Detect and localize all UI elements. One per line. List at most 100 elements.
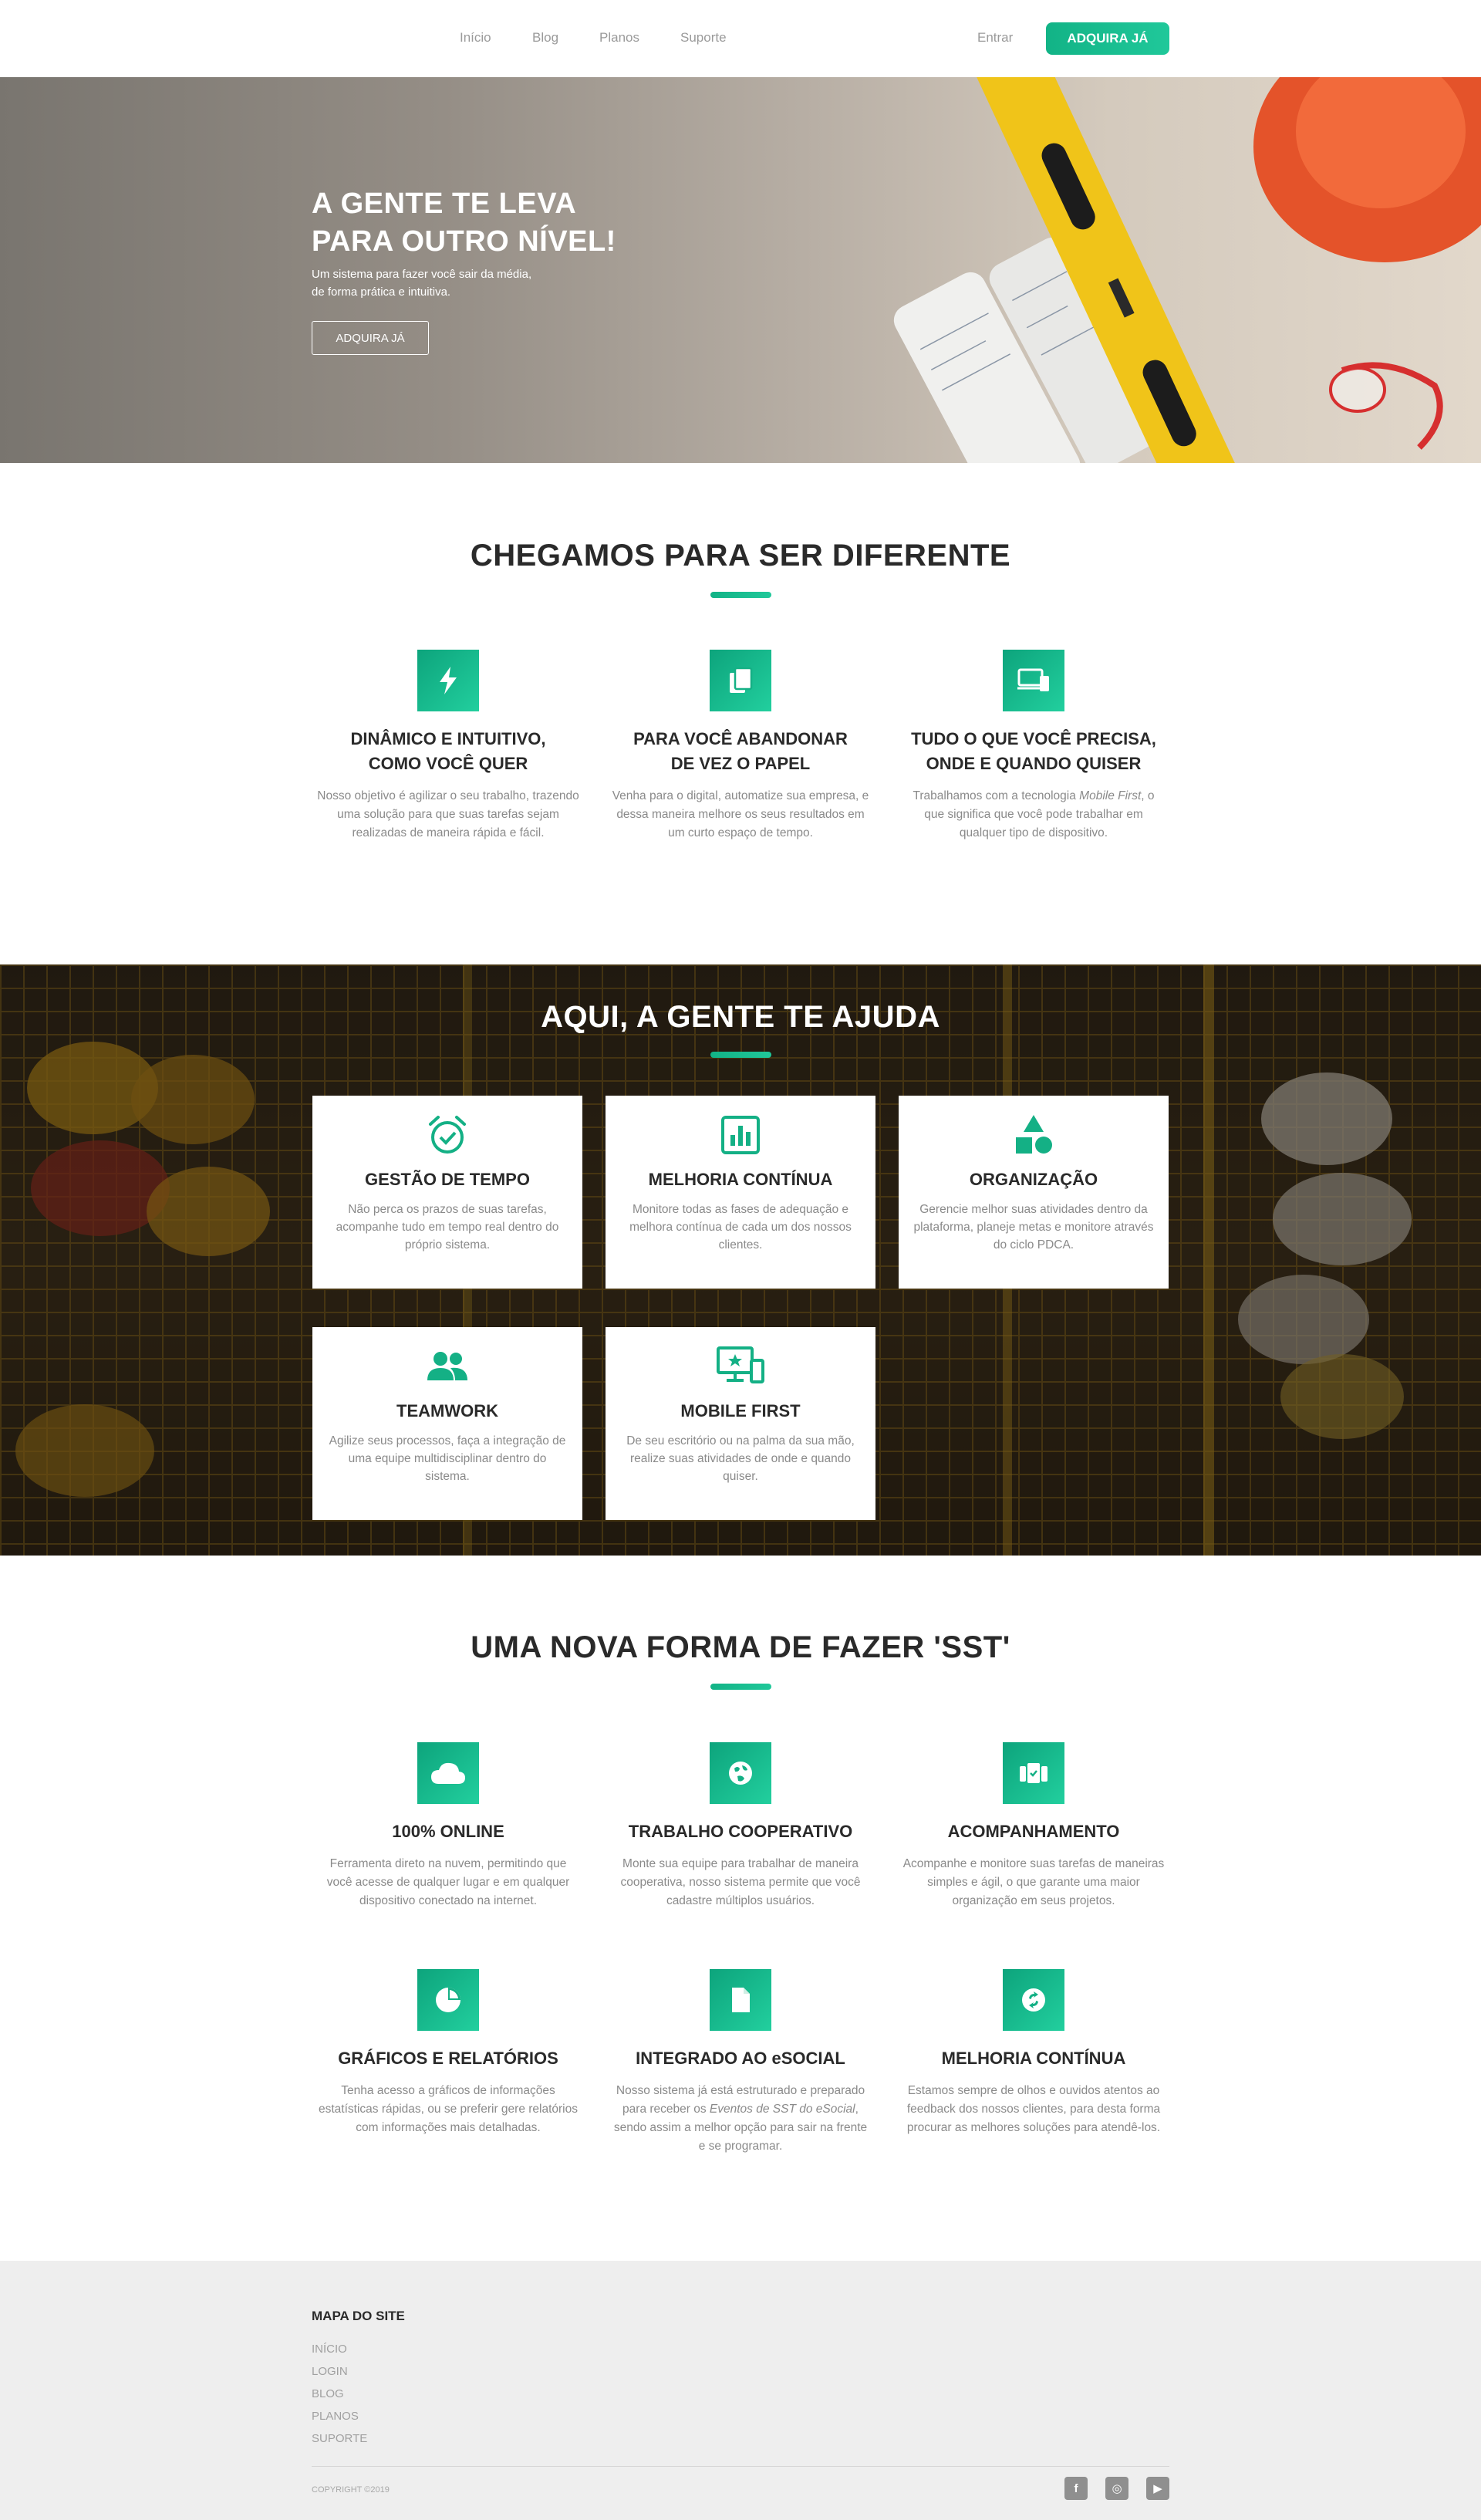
- people-icon: [326, 1343, 568, 1390]
- feature-description: Nosso sistema já está estruturado e prep…: [609, 2082, 872, 2156]
- card-melhoria-continua: MELHORIA CONTÍNUA Monitore todas as fase…: [606, 1096, 875, 1289]
- hero-title: A GENTE TE LEVA PARA OUTRO NÍVEL!: [312, 185, 616, 261]
- login-link[interactable]: Entrar: [977, 30, 1013, 46]
- hero-subtitle: Um sistema para fazer você sair da média…: [312, 265, 589, 301]
- footer-divider: [312, 2466, 1169, 2467]
- footer-link-inicio[interactable]: INÍCIO: [312, 2343, 347, 2356]
- copyright-text: COPYRIGHT ©2019: [312, 2485, 390, 2495]
- card-title: MELHORIA CONTÍNUA: [648, 1170, 833, 1189]
- pie-chart-icon: [417, 1969, 479, 2031]
- nav-link-blog[interactable]: Blog: [532, 30, 558, 46]
- feature-mobile: TUDO O QUE VOCÊ PRECISA, ONDE E QUANDO Q…: [902, 650, 1165, 843]
- section-1-title: CHEGAMOS PARA SER DIFERENTE: [470, 539, 1011, 573]
- feature-melhoria: MELHORIA CONTÍNUA Estamos sempre de olho…: [902, 1969, 1165, 2137]
- nav-link-suporte[interactable]: Suporte: [680, 30, 727, 46]
- sync-icon: [1003, 1969, 1064, 2031]
- card-title: ORGANIZAÇÃO: [969, 1170, 1098, 1189]
- bolt-icon: [417, 650, 479, 711]
- feature-description: Nosso objetivo é agilizar o seu trabalho…: [317, 789, 579, 839]
- feature-description: Tenha acesso a gráficos de informações e…: [319, 2084, 578, 2134]
- footer-link-login[interactable]: LOGIN: [312, 2365, 348, 2378]
- feature-acompanhamento: ACOMPANHAMENTO Acompanhe e monitore suas…: [902, 1742, 1165, 1910]
- hero-background-illustration: [893, 77, 1481, 463]
- checklist-icon: [1003, 1742, 1064, 1804]
- card-mobile-first: MOBILE FIRST De seu escritório ou na pal…: [606, 1327, 875, 1520]
- card-title: GESTÃO DE TEMPO: [365, 1170, 530, 1189]
- card-title: TEAMWORK: [396, 1401, 498, 1420]
- feature-title: PARA VOCÊ ABANDONAR DE VEZ O PAPEL: [609, 727, 872, 776]
- cloud-icon: [417, 1742, 479, 1804]
- feature-title: 100% ONLINE: [392, 1822, 504, 1841]
- facebook-icon[interactable]: f: [1064, 2477, 1088, 2500]
- footer-link-planos[interactable]: PLANOS: [312, 2410, 359, 2423]
- instagram-icon[interactable]: ◎: [1105, 2477, 1128, 2500]
- hero-subtitle-line-2: de forma prática e intuitiva.: [312, 285, 451, 299]
- feature-description-text: Trabalhamos com a tecnologia: [913, 789, 1080, 802]
- section-3-divider: [710, 1684, 771, 1690]
- chart-icon: [619, 1111, 862, 1159]
- feature-graficos: GRÁFICOS E RELATÓRIOS Tenha acesso a grá…: [317, 1969, 579, 2137]
- hero-title-line-1: A GENTE TE LEVA: [312, 187, 577, 220]
- feature-title: DINÂMICO E INTUITIVO, COMO VOCÊ QUER: [317, 727, 579, 776]
- feature-description: Monte sua equipe para trabalhar de manei…: [620, 1857, 861, 1907]
- feature-description: Ferramenta direto na nuvem, permitindo q…: [326, 1857, 570, 1907]
- nav-link-planos[interactable]: Planos: [599, 30, 639, 46]
- nav-cta-button[interactable]: ADQUIRA JÁ: [1046, 22, 1169, 55]
- top-nav: Início Blog Planos Suporte Entrar ADQUIR…: [0, 0, 1481, 77]
- feature-title: TRABALHO COOPERATIVO: [628, 1822, 853, 1841]
- feature-online: 100% ONLINE Ferramenta direto na nuvem, …: [317, 1742, 579, 1910]
- card-organizacao: ORGANIZAÇÃO Gerencie melhor suas ativida…: [899, 1096, 1169, 1289]
- feature-title-line-2: DE VEZ O PAPEL: [670, 754, 811, 773]
- hero-cta-button[interactable]: ADQUIRA JÁ: [312, 321, 429, 355]
- card-description: Não perca os prazos de suas tarefas, aco…: [336, 1203, 559, 1252]
- feature-dinamico: DINÂMICO E INTUITIVO, COMO VOCÊ QUER Nos…: [317, 650, 579, 843]
- alarm-check-icon: [326, 1111, 568, 1159]
- card-title: MOBILE FIRST: [680, 1401, 801, 1420]
- hero-banner: A GENTE TE LEVA PARA OUTRO NÍVEL! Um sis…: [0, 77, 1481, 463]
- feature-description: Trabalhamos com a tecnologia Mobile Firs…: [902, 787, 1165, 843]
- feature-title: GRÁFICOS E RELATÓRIOS: [338, 2049, 558, 2068]
- section-3-title: UMA NOVA FORMA DE FAZER 'SST': [471, 1630, 1010, 1664]
- documents-icon: [710, 650, 771, 711]
- devices-star-icon: [619, 1343, 862, 1390]
- feature-description-emphasis: Eventos de SST do eSocial: [709, 2103, 855, 2116]
- feature-description-emphasis: Mobile First: [1079, 789, 1142, 802]
- feature-cooperativo: TRABALHO COOPERATIVO Monte sua equipe pa…: [609, 1742, 872, 1910]
- card-teamwork: TEAMWORK Agilize seus processos, faça a …: [312, 1327, 582, 1520]
- hero-subtitle-line-1: Um sistema para fazer você sair da média…: [312, 268, 532, 281]
- help-section: AQUI, A GENTE TE AJUDA GESTÃO DE TEMPO N…: [0, 964, 1481, 1556]
- globe-icon: [710, 1742, 771, 1804]
- footer: MAPA DO SITE INÍCIO LOGIN BLOG PLANOS SU…: [0, 2261, 1481, 2520]
- sitemap-heading: MAPA DO SITE: [312, 2309, 405, 2323]
- section-2-title: AQUI, A GENTE TE AJUDA: [541, 1000, 940, 1034]
- feature-title-line-1: DINÂMICO E INTUITIVO,: [350, 729, 546, 748]
- youtube-icon[interactable]: ▶: [1146, 2477, 1169, 2500]
- file-icon: [710, 1969, 771, 2031]
- section-1-divider: [710, 592, 771, 598]
- hero-title-line-2: PARA OUTRO NÍVEL!: [312, 225, 616, 258]
- feature-title: TUDO O QUE VOCÊ PRECISA, ONDE E QUANDO Q…: [902, 727, 1165, 776]
- feature-title: INTEGRADO AO eSOCIAL: [636, 2049, 845, 2068]
- nav-link-inicio[interactable]: Início: [460, 30, 491, 46]
- feature-title-line-2: COMO VOCÊ QUER: [368, 754, 528, 773]
- feature-title: MELHORIA CONTÍNUA: [941, 2049, 1126, 2068]
- feature-title-line-1: PARA VOCÊ ABANDONAR: [633, 729, 848, 748]
- card-description: Gerencie melhor suas atividades dentro d…: [913, 1203, 1154, 1252]
- shapes-icon: [913, 1111, 1155, 1159]
- feature-description: Venha para o digital, automatize sua emp…: [612, 789, 869, 839]
- footer-link-suporte[interactable]: SUPORTE: [312, 2432, 367, 2445]
- card-description: De seu escritório ou na palma da sua mão…: [626, 1434, 855, 1483]
- feature-esocial: INTEGRADO AO eSOCIAL Nosso sistema já es…: [609, 1969, 872, 2156]
- footer-link-blog[interactable]: BLOG: [312, 2387, 344, 2400]
- card-description: Agilize seus processos, faça a integraçã…: [329, 1434, 566, 1483]
- feature-title-line-1: TUDO O QUE VOCÊ PRECISA,: [911, 729, 1156, 748]
- devices-icon: [1003, 650, 1064, 711]
- feature-papel: PARA VOCÊ ABANDONAR DE VEZ O PAPEL Venha…: [609, 650, 872, 843]
- card-description: Monitore todas as fases de adequação e m…: [629, 1203, 852, 1252]
- feature-description: Acompanhe e monitore suas tarefas de man…: [902, 1857, 1165, 1907]
- feature-title: ACOMPANHAMENTO: [947, 1822, 1120, 1841]
- feature-title-line-2: ONDE E QUANDO QUISER: [926, 754, 1142, 773]
- section-2-divider: [710, 1052, 771, 1058]
- card-gestao-de-tempo: GESTÃO DE TEMPO Não perca os prazos de s…: [312, 1096, 582, 1289]
- feature-description: Estamos sempre de olhos e ouvidos atento…: [906, 2084, 1161, 2134]
